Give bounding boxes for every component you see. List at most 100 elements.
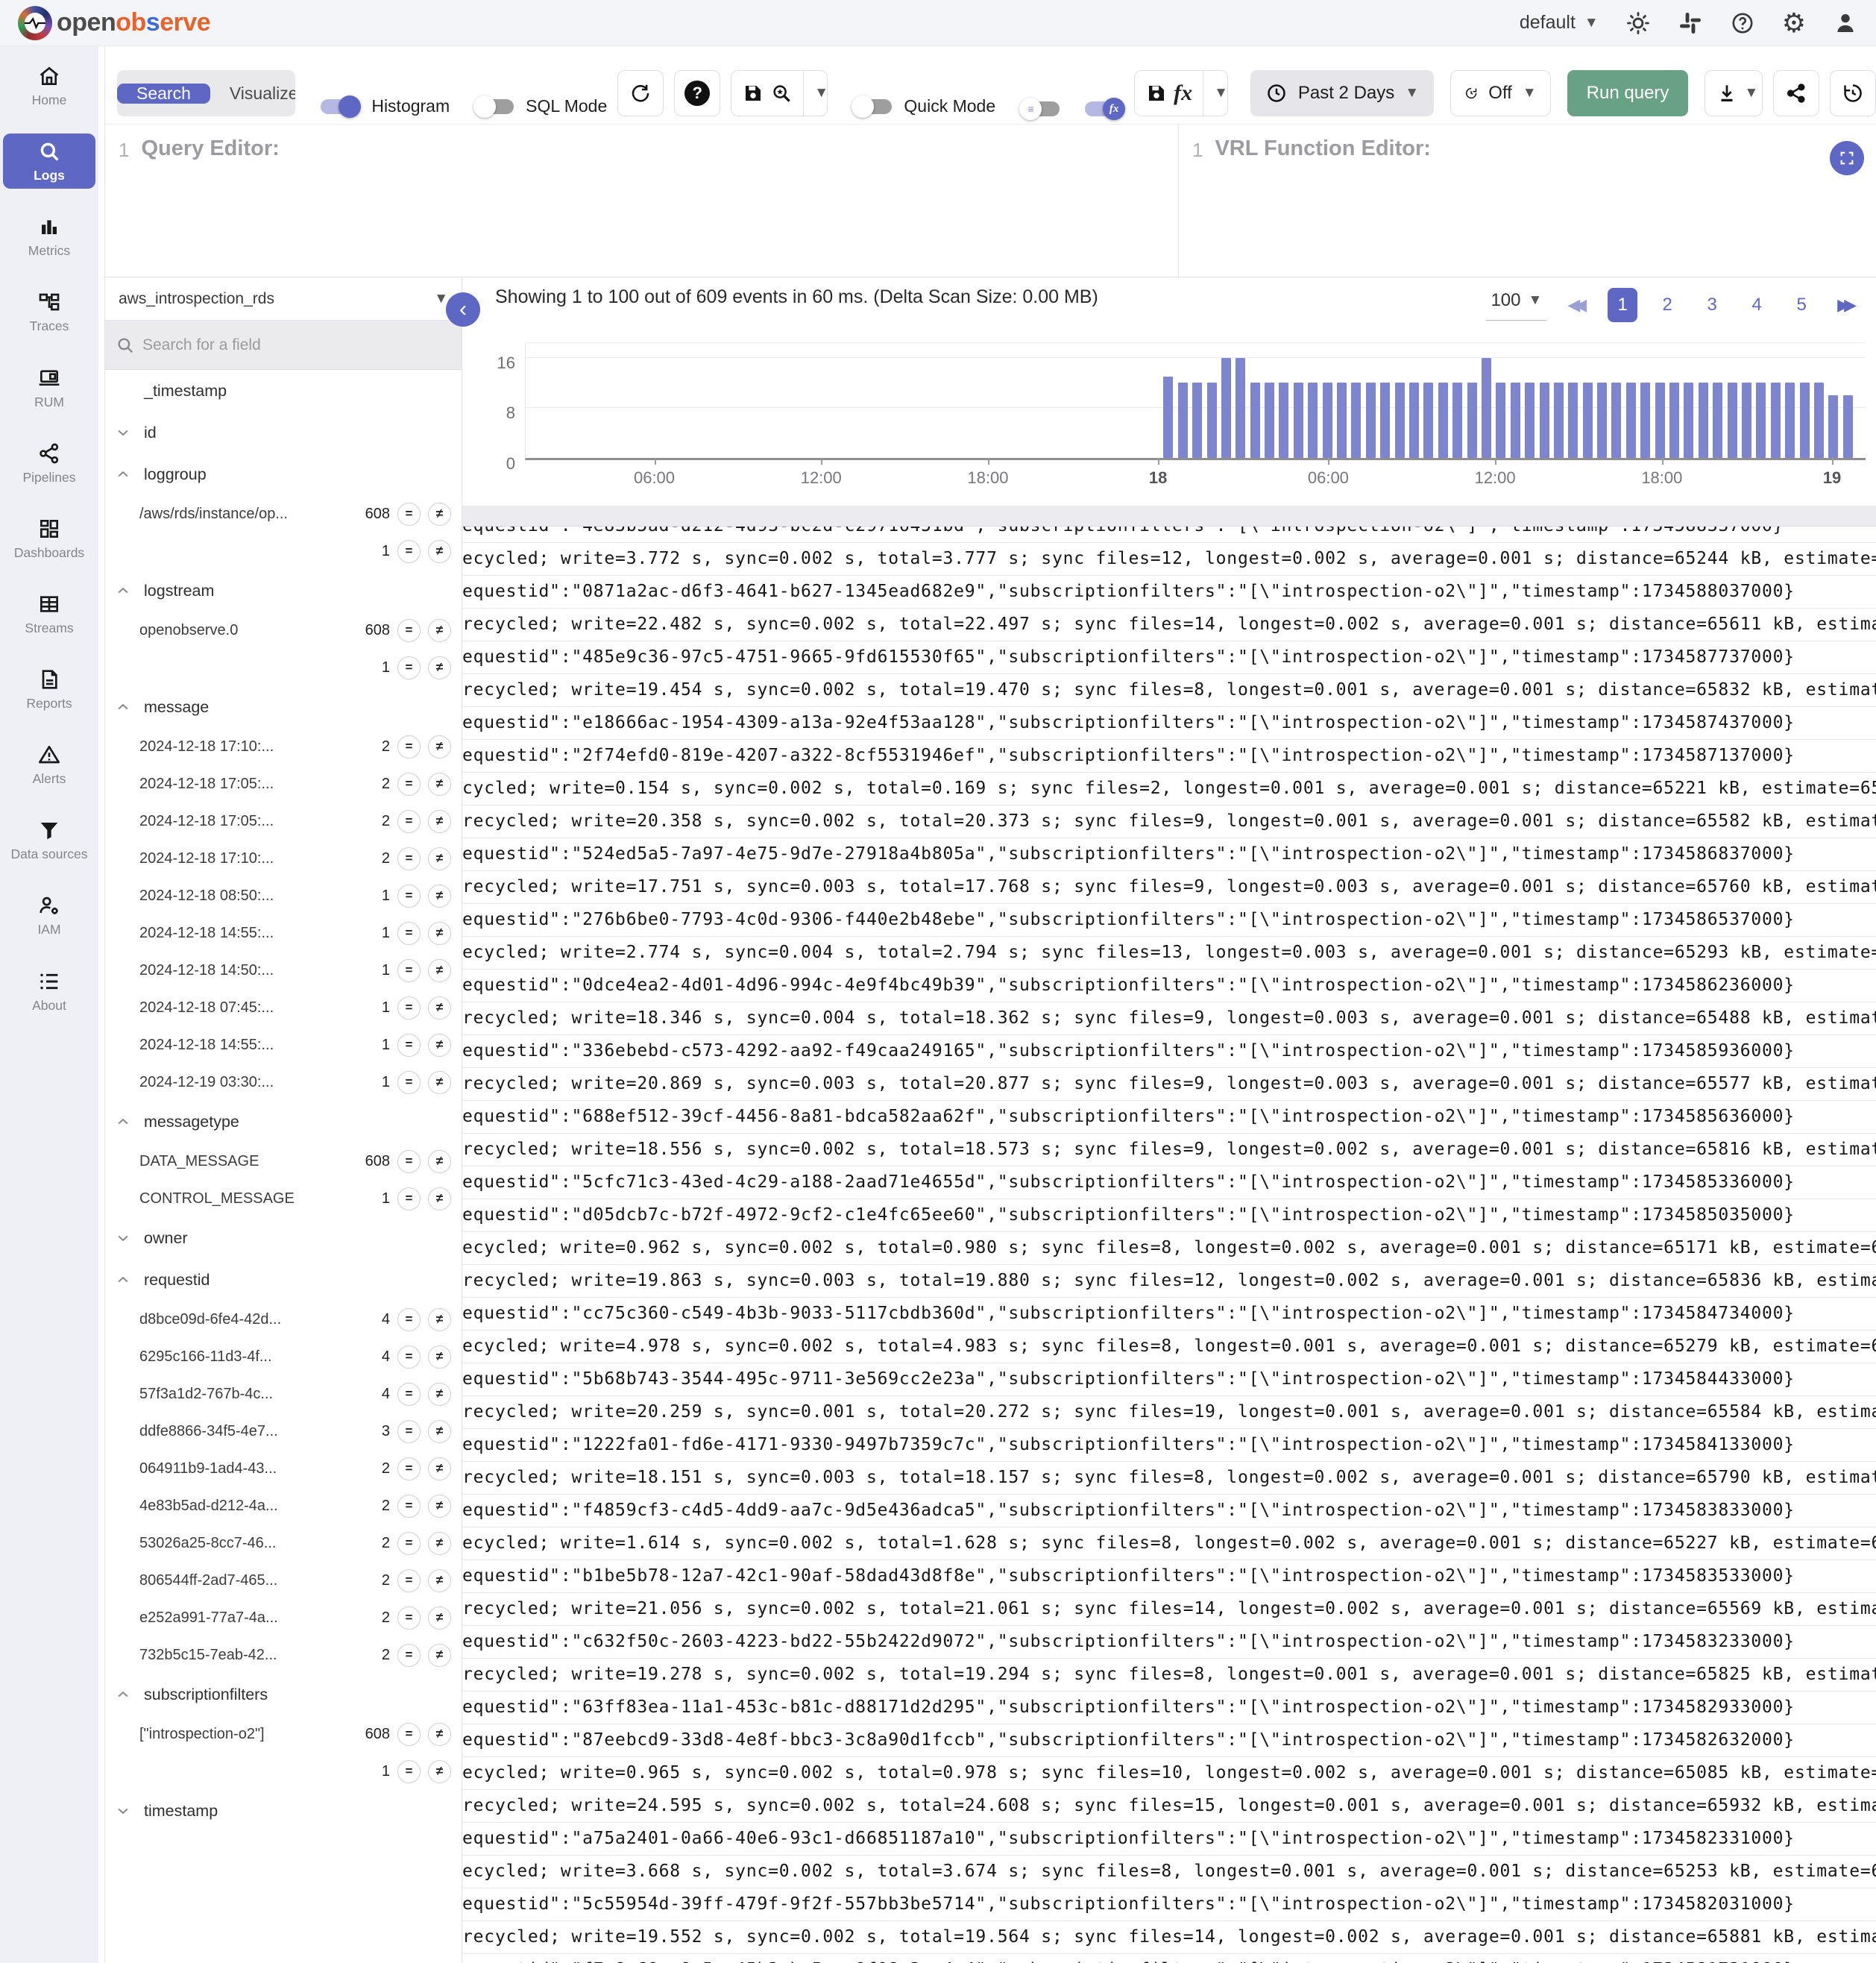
field-group-logstream[interactable]: logstream — [105, 570, 462, 612]
vrl-function-editor[interactable]: 1 VRL Function Editor: — [1179, 125, 1876, 277]
log-row[interactable]: equestid":"c632f50c-2603-4223-bd22-55b24… — [462, 1626, 1876, 1659]
transform-toggle[interactable]: ≡ — [1021, 101, 1060, 116]
search-history-button[interactable] — [1830, 70, 1876, 116]
log-row[interactable]: cycled; write=0.154 s, sync=0.002 s, tot… — [462, 773, 1876, 805]
save-search-button[interactable] — [731, 71, 803, 116]
include-filter-button[interactable]: = — [397, 959, 421, 982]
include-filter-button[interactable]: = — [397, 1606, 421, 1630]
log-row[interactable]: equestid":"5c55954d-39ff-479f-9f2f-557bb… — [462, 1888, 1876, 1921]
log-row[interactable]: equestid":"276b6be0-7793-4c0d-9306-f440e… — [462, 904, 1876, 937]
sidebar-item-reports[interactable]: Reports — [3, 662, 95, 717]
page-button-5[interactable]: 5 — [1787, 288, 1816, 322]
share-button[interactable] — [1773, 70, 1819, 116]
exclude-filter-button[interactable]: ≠ — [428, 1532, 451, 1555]
exclude-filter-button[interactable]: ≠ — [428, 1187, 451, 1210]
field-group-id[interactable]: id — [105, 412, 462, 453]
exclude-filter-button[interactable]: ≠ — [428, 959, 451, 982]
histogram-toggle[interactable] — [321, 99, 359, 114]
page-button-2[interactable]: 2 — [1652, 288, 1682, 322]
query-editor[interactable]: 1 Query Editor: — [105, 125, 1179, 277]
log-row[interactable]: ecycled; write=2.774 s, sync=0.004 s, to… — [462, 937, 1876, 970]
include-filter-button[interactable]: = — [397, 735, 421, 758]
log-row[interactable]: recycled; write=18.151 s, sync=0.003 s, … — [462, 1462, 1876, 1495]
exclude-filter-button[interactable]: ≠ — [428, 1345, 451, 1369]
help-icon[interactable] — [1730, 10, 1755, 36]
include-filter-button[interactable]: = — [397, 885, 421, 908]
exclude-filter-button[interactable]: ≠ — [428, 847, 451, 870]
exclude-filter-button[interactable]: ≠ — [428, 1034, 451, 1057]
org-selector[interactable]: default▼ — [1520, 12, 1599, 34]
field-search-input[interactable] — [142, 336, 451, 354]
include-filter-button[interactable]: = — [397, 996, 421, 1020]
log-row[interactable]: equestid":"2f74efd0-819e-4207-a322-8cf55… — [462, 740, 1876, 773]
vrl-function-toggle[interactable]: fx — [1085, 101, 1124, 116]
log-row[interactable]: recycled; write=21.056 s, sync=0.002 s, … — [462, 1593, 1876, 1626]
include-filter-button[interactable]: = — [397, 810, 421, 833]
user-avatar-icon[interactable] — [1833, 10, 1858, 36]
page-button-4[interactable]: 4 — [1742, 288, 1772, 322]
log-row[interactable]: equestid":"e18666ac-1954-4309-a13a-92e4f… — [462, 707, 1876, 740]
reset-query-button[interactable] — [617, 70, 664, 116]
log-row[interactable]: equestid":"4e83b5ad-d212-4d93-bc2d-c2971… — [462, 527, 1876, 543]
time-range-button[interactable]: Past 2 Days ▼ — [1250, 70, 1434, 116]
include-filter-button[interactable]: = — [397, 1420, 421, 1443]
auto-refresh-button[interactable]: Off ▼ — [1450, 70, 1551, 116]
exclude-filter-button[interactable]: ≠ — [428, 1457, 451, 1480]
include-filter-button[interactable]: = — [397, 1569, 421, 1592]
log-row[interactable]: recycled; write=19.454 s, sync=0.002 s, … — [462, 674, 1876, 707]
exclude-filter-button[interactable]: ≠ — [428, 773, 451, 796]
exclude-filter-button[interactable]: ≠ — [428, 922, 451, 945]
exclude-filter-button[interactable]: ≠ — [428, 1760, 451, 1783]
log-row[interactable]: equestid":"688ef512-39cf-4456-8a81-bdca5… — [462, 1101, 1876, 1134]
include-filter-button[interactable]: = — [397, 1150, 421, 1173]
slack-icon[interactable] — [1678, 10, 1703, 36]
include-filter-button[interactable]: = — [397, 1383, 421, 1406]
log-row[interactable]: recycled; write=19.278 s, sync=0.002 s, … — [462, 1659, 1876, 1692]
field-group-messagetype[interactable]: messagetype — [105, 1101, 462, 1143]
include-filter-button[interactable]: = — [397, 656, 421, 679]
log-row[interactable]: recycled; write=20.259 s, sync=0.001 s, … — [462, 1396, 1876, 1429]
exclude-filter-button[interactable]: ≠ — [428, 1495, 451, 1518]
log-row[interactable]: equestid":"f4859cf3-c4d5-4dd9-aa7c-9d5e4… — [462, 1495, 1876, 1527]
include-filter-button[interactable]: = — [397, 1071, 421, 1094]
sidebar-item-pipelines[interactable]: Pipelines — [3, 436, 95, 491]
last-page-button[interactable]: ▶▶ — [1837, 295, 1857, 315]
include-filter-button[interactable]: = — [397, 1644, 421, 1667]
log-row[interactable]: recycled; write=17.751 s, sync=0.003 s, … — [462, 871, 1876, 904]
include-filter-button[interactable]: = — [397, 1345, 421, 1369]
log-row[interactable]: recycled; write=20.869 s, sync=0.003 s, … — [462, 1068, 1876, 1101]
field-group-timestamp[interactable]: timestamp — [105, 1790, 462, 1832]
exclude-filter-button[interactable]: ≠ — [428, 1569, 451, 1592]
settings-gear-icon[interactable]: ⚙ — [1782, 10, 1806, 36]
log-row[interactable]: equestid":"b1be5b78-12a7-42c1-90af-58dad… — [462, 1560, 1876, 1593]
include-filter-button[interactable]: = — [397, 1723, 421, 1746]
sidebar-item-alerts[interactable]: Alerts — [3, 737, 95, 792]
include-filter-button[interactable]: = — [397, 540, 421, 563]
sidebar-item-rum[interactable]: RUM — [3, 360, 95, 415]
include-filter-button[interactable]: = — [397, 1457, 421, 1480]
log-row[interactable]: equestid":"d05dcb7c-b72f-4972-9cf2-c1e4f… — [462, 1199, 1876, 1232]
log-row[interactable]: equestid":"63ff83ea-11a1-453c-b81c-d8817… — [462, 1692, 1876, 1724]
log-row[interactable]: equestid":"87eebcd9-33d8-4e8f-bbc3-3c8a9… — [462, 1724, 1876, 1757]
log-row[interactable]: ecycled; write=0.962 s, sync=0.002 s, to… — [462, 1232, 1876, 1265]
include-filter-button[interactable]: = — [397, 1034, 421, 1057]
log-row[interactable]: recycled; write=19.863 s, sync=0.003 s, … — [462, 1265, 1876, 1298]
run-query-button[interactable]: Run query — [1567, 70, 1689, 116]
download-button[interactable]: ▼ — [1705, 71, 1763, 116]
log-row[interactable]: equestid":"0dce4ea2-4d01-4d96-994c-4e9f4… — [462, 970, 1876, 1002]
sidebar-item-traces[interactable]: Traces — [3, 284, 95, 339]
include-filter-button[interactable]: = — [397, 503, 421, 526]
sidebar-item-iam[interactable]: IAM — [3, 888, 95, 943]
exclude-filter-button[interactable]: ≠ — [428, 996, 451, 1020]
page-button-3[interactable]: 3 — [1697, 288, 1727, 322]
include-filter-button[interactable]: = — [397, 1532, 421, 1555]
exclude-filter-button[interactable]: ≠ — [428, 735, 451, 758]
log-row[interactable]: ecycled; write=3.668 s, sync=0.002 s, to… — [462, 1856, 1876, 1888]
exclude-filter-button[interactable]: ≠ — [428, 1383, 451, 1406]
log-row[interactable]: equestid":"cc75c360-c549-4b3b-9033-5117c… — [462, 1298, 1876, 1331]
field-group-_timestamp[interactable]: _timestamp — [105, 370, 462, 412]
log-row[interactable]: recycled; write=20.358 s, sync=0.002 s, … — [462, 805, 1876, 838]
log-row[interactable]: equestid":"1222fa01-fd6e-4171-9330-9497b… — [462, 1429, 1876, 1462]
include-filter-button[interactable]: = — [397, 847, 421, 870]
field-group-owner[interactable]: owner — [105, 1217, 462, 1259]
